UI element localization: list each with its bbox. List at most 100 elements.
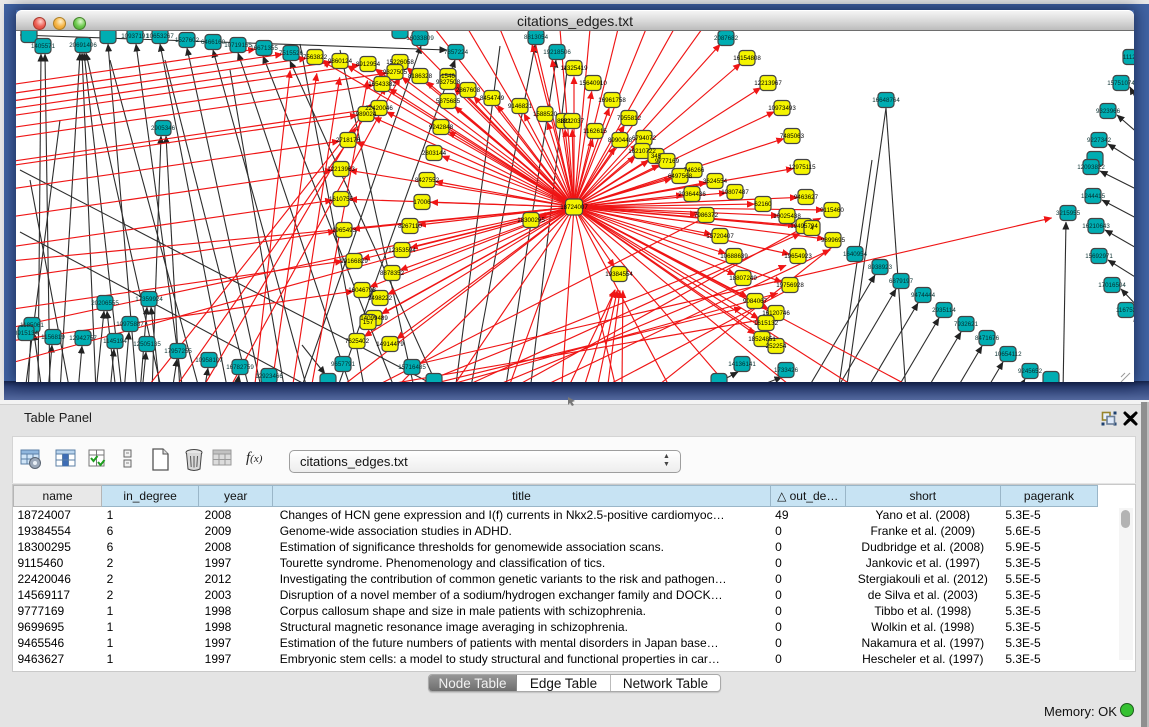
svg-text:20364436: 20364436 xyxy=(678,191,706,198)
svg-text:2905346: 2905346 xyxy=(151,125,176,132)
svg-text:9657791: 9657791 xyxy=(331,361,356,368)
svg-text:7485063: 7485063 xyxy=(780,133,805,140)
svg-text:12093822: 12093822 xyxy=(1077,164,1105,171)
svg-text:17359924: 17359924 xyxy=(135,296,163,303)
svg-text:989024: 989024 xyxy=(356,111,377,118)
svg-text:17006: 17006 xyxy=(413,199,431,206)
svg-text:8990448: 8990448 xyxy=(608,137,633,144)
svg-text:9227342: 9227342 xyxy=(1087,137,1112,144)
svg-text:15716485: 15716485 xyxy=(398,364,426,371)
svg-text:8267110: 8267110 xyxy=(398,223,422,230)
svg-text:1640954: 1640954 xyxy=(843,251,868,258)
svg-text:7563822: 7563822 xyxy=(303,54,328,61)
svg-text:15720407: 15720407 xyxy=(706,233,734,240)
svg-text:10688639: 10688639 xyxy=(720,253,748,260)
svg-text:1405571: 1405571 xyxy=(31,43,56,50)
svg-text:17016504: 17016504 xyxy=(1098,282,1126,289)
svg-text:17957255: 17957255 xyxy=(164,348,192,355)
svg-text:157: 157 xyxy=(363,319,374,326)
svg-text:9463627: 9463627 xyxy=(794,194,819,201)
svg-text:8427552: 8427552 xyxy=(415,177,440,184)
svg-text:16154808: 16154808 xyxy=(733,55,761,62)
svg-text:1588520: 1588520 xyxy=(533,111,558,118)
svg-text:1965493: 1965493 xyxy=(332,227,357,234)
svg-text:12353594: 12353594 xyxy=(388,247,416,254)
svg-text:9323966: 9323966 xyxy=(1096,108,1121,115)
svg-text:8938923: 8938923 xyxy=(868,264,893,271)
svg-text:12505135: 12505135 xyxy=(133,341,161,348)
svg-text:6794072: 6794072 xyxy=(632,135,657,142)
svg-text:9860124: 9860124 xyxy=(328,58,353,65)
svg-text:7986372: 7986372 xyxy=(694,212,719,219)
svg-text:9474444: 9474444 xyxy=(911,292,936,299)
svg-text:16046798: 16046798 xyxy=(348,287,376,294)
svg-text:3915134: 3915134 xyxy=(16,330,39,337)
svg-text:16782759: 16782759 xyxy=(226,364,254,371)
svg-text:9245652: 9245652 xyxy=(1018,368,1043,375)
svg-text:16671355: 16671355 xyxy=(250,45,278,52)
svg-text:2867608: 2867608 xyxy=(456,87,481,94)
svg-text:9327508: 9327508 xyxy=(436,79,461,86)
svg-text:18724007: 18724007 xyxy=(560,204,588,211)
svg-text:16543382: 16543382 xyxy=(368,81,396,88)
svg-text:15640910: 15640910 xyxy=(579,80,607,87)
svg-text:15751074: 15751074 xyxy=(1107,80,1134,87)
svg-text:10973493: 10973493 xyxy=(768,105,796,112)
svg-text:2087682: 2087682 xyxy=(714,35,739,42)
svg-text:8878352: 8878352 xyxy=(380,270,405,277)
svg-text:9899695: 9899695 xyxy=(821,237,846,244)
svg-text:9115460: 9115460 xyxy=(820,207,844,214)
svg-text:18300295: 18300295 xyxy=(517,217,545,224)
svg-text:7955812: 7955812 xyxy=(617,115,642,122)
svg-text:19495794: 19495794 xyxy=(790,223,818,230)
svg-text:20206555: 20206555 xyxy=(91,300,119,307)
svg-text:2803144: 2803144 xyxy=(422,150,447,157)
svg-text:19756928: 19756928 xyxy=(776,282,804,289)
svg-text:116753: 116753 xyxy=(1116,307,1134,314)
svg-text:62160: 62160 xyxy=(754,201,772,208)
svg-text:6497568: 6497568 xyxy=(668,173,693,180)
svg-text:8813054: 8813054 xyxy=(524,34,549,41)
svg-text:16648764: 16648764 xyxy=(872,97,900,104)
svg-text:7857224: 7857224 xyxy=(444,49,469,56)
svg-text:9084067: 9084067 xyxy=(743,298,768,305)
svg-text:3624554: 3624554 xyxy=(703,178,728,185)
svg-text:10025438: 10025438 xyxy=(773,213,801,220)
svg-text:15692971: 15692971 xyxy=(1085,253,1113,260)
svg-text:7932621: 7932621 xyxy=(954,321,979,328)
svg-text:9146821: 9146821 xyxy=(508,103,533,110)
svg-text:1156819: 1156819 xyxy=(41,334,65,341)
svg-text:16210643: 16210643 xyxy=(1082,223,1110,230)
svg-text:11123: 11123 xyxy=(1123,54,1134,61)
svg-text:1185061: 1185061 xyxy=(20,322,44,329)
svg-text:4: 4 xyxy=(810,225,814,232)
svg-text:19218506: 19218506 xyxy=(543,49,571,56)
svg-text:14914479: 14914479 xyxy=(376,341,404,348)
svg-text:1733426: 1733426 xyxy=(774,367,799,374)
svg-text:18807249: 18807249 xyxy=(729,275,757,282)
svg-text:19384554: 19384554 xyxy=(605,271,633,278)
svg-text:8912954: 8912954 xyxy=(356,61,381,68)
svg-text:6466160: 6466160 xyxy=(201,39,226,46)
svg-text:1822037: 1822037 xyxy=(560,118,585,125)
svg-text:10975887: 10975887 xyxy=(116,321,144,328)
svg-text:1527602: 1527602 xyxy=(175,37,200,44)
svg-text:7625402: 7625402 xyxy=(345,338,370,345)
svg-text:1615132: 1615132 xyxy=(754,320,779,327)
svg-text:15226058: 15226058 xyxy=(386,59,414,66)
svg-text:3215955: 3215955 xyxy=(1056,210,1081,217)
svg-text:10653267: 10653267 xyxy=(146,33,174,40)
svg-text:12213963: 12213963 xyxy=(327,166,355,173)
svg-text:1610755: 1610755 xyxy=(329,196,354,203)
svg-text:14136141: 14136141 xyxy=(728,361,756,368)
svg-text:1244415: 1244415 xyxy=(1081,193,1106,200)
svg-text:12923466: 12923466 xyxy=(255,373,283,380)
svg-text:8471676: 8471676 xyxy=(975,335,1000,342)
svg-text:16120746: 16120746 xyxy=(762,310,790,317)
svg-text:252254: 252254 xyxy=(766,343,787,350)
svg-text:5875685: 5875685 xyxy=(436,98,461,105)
svg-text:2718176: 2718176 xyxy=(336,137,361,144)
svg-text:10719155: 10719155 xyxy=(224,42,252,49)
svg-text:9777169: 9777169 xyxy=(655,158,680,165)
svg-text:7515526: 7515526 xyxy=(279,50,304,57)
